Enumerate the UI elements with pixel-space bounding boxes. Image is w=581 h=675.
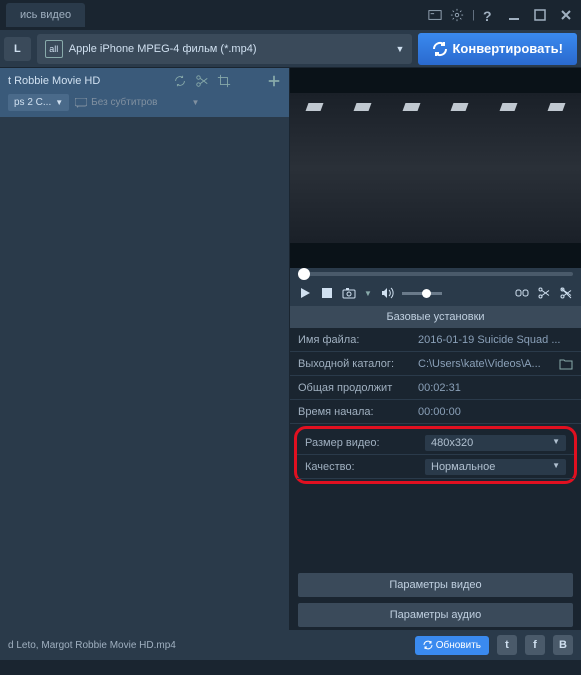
minimize-button[interactable]	[505, 8, 523, 22]
right-panel: ▼ Базовые установки Имя файла: 2016-01-1…	[290, 68, 581, 630]
subtitle-dropdown[interactable]: Без субтитров ▼	[75, 97, 199, 108]
preview-frame	[290, 93, 581, 243]
folder-icon[interactable]	[559, 358, 573, 370]
close-button[interactable]	[557, 8, 575, 22]
video-size-dropdown[interactable]: 480x320 ▼	[425, 435, 566, 451]
titlebar: ись видео | ?	[0, 0, 581, 30]
file-item[interactable]: t Robbie Movie HD ps 2 C...▼ Без субтитр…	[0, 68, 289, 117]
refresh-icon	[432, 41, 448, 57]
subtitle-icon	[75, 98, 87, 108]
link-icon[interactable]	[515, 286, 529, 300]
setting-label: Размер видео:	[305, 437, 425, 449]
setting-label: Качество:	[305, 461, 425, 473]
setting-value[interactable]: 00:00:00	[418, 406, 573, 418]
card-icon[interactable]	[428, 8, 442, 22]
titlebar-controls: | ?	[428, 8, 575, 22]
chevron-down-icon: ▼	[396, 44, 405, 54]
twitter-button[interactable]: t	[497, 635, 517, 655]
setting-filename: Имя файла: 2016-01-19 Suicide Squad ...	[290, 328, 581, 352]
format-all-icon: all	[45, 40, 63, 58]
setting-output-dir: Выходной каталог: C:\Users\kate\Videos\A…	[290, 352, 581, 376]
status-text: d Leto, Margot Robbie Movie HD.mp4	[8, 640, 407, 651]
setting-video-size: Размер видео: 480x320 ▼	[297, 431, 574, 455]
scissors-icon[interactable]	[537, 286, 551, 300]
playback-controls: ▼	[290, 280, 581, 306]
toolbar: L all Apple iPhone MPEG-4 фильм (*.mp4) …	[0, 30, 581, 68]
setting-label: Время начала:	[298, 406, 418, 418]
audio-track-dropdown[interactable]: ps 2 C...▼	[8, 94, 69, 111]
tab-record-video[interactable]: ись видео	[6, 3, 85, 27]
scissors-icon[interactable]	[195, 74, 209, 88]
setting-value[interactable]: C:\Users\kate\Videos\A...	[418, 358, 573, 370]
content-area: t Robbie Movie HD ps 2 C...▼ Без субтитр…	[0, 68, 581, 630]
setting-value: 00:02:31	[418, 382, 573, 394]
settings-header: Базовые установки	[290, 306, 581, 328]
setting-quality: Качество: Нормальное ▼	[297, 455, 574, 479]
crop-icon[interactable]	[217, 74, 231, 88]
maximize-button[interactable]	[531, 8, 549, 22]
video-preview	[290, 68, 581, 268]
mode-button[interactable]: L	[4, 37, 31, 61]
timeline-row	[290, 268, 581, 280]
audio-params-button[interactable]: Параметры аудио	[298, 603, 573, 627]
refresh-icon[interactable]	[173, 74, 187, 88]
format-dropdown[interactable]: all Apple iPhone MPEG-4 фильм (*.mp4) ▼	[37, 34, 413, 64]
gear-icon[interactable]	[450, 8, 464, 22]
volume-slider[interactable]	[402, 292, 442, 295]
stop-icon[interactable]	[320, 286, 334, 300]
volume-icon[interactable]	[380, 286, 394, 300]
file-list-panel: t Robbie Movie HD ps 2 C...▼ Без субтитр…	[0, 68, 290, 630]
file-subrow: ps 2 C...▼ Без субтитров ▼	[8, 94, 281, 111]
setting-start-time: Время начала: 00:00:00	[290, 400, 581, 424]
plus-icon[interactable]	[267, 74, 281, 88]
statusbar: d Leto, Margot Robbie Movie HD.mp4 Обнов…	[0, 630, 581, 660]
play-icon[interactable]	[298, 286, 312, 300]
vk-button[interactable]: B	[553, 635, 573, 655]
file-item-header: t Robbie Movie HD	[8, 74, 281, 88]
help-icon[interactable]: ?	[483, 8, 497, 22]
camera-icon[interactable]	[342, 286, 356, 300]
scissors-disabled-icon[interactable]	[559, 286, 573, 300]
setting-duration: Общая продолжит 00:02:31	[290, 376, 581, 400]
file-title: t Robbie Movie HD	[8, 75, 165, 87]
setting-value[interactable]: 2016-01-19 Suicide Squad ...	[418, 334, 573, 346]
facebook-button[interactable]: f	[525, 635, 545, 655]
setting-label: Выходной каталог:	[298, 358, 418, 370]
seek-slider[interactable]	[298, 272, 573, 276]
seek-thumb[interactable]	[298, 268, 310, 280]
video-params-button[interactable]: Параметры видео	[298, 573, 573, 597]
setting-label: Имя файла:	[298, 334, 418, 346]
convert-button[interactable]: Конвертировать!	[418, 33, 577, 65]
format-label: Apple iPhone MPEG-4 фильм (*.mp4)	[69, 43, 257, 55]
volume-thumb[interactable]	[422, 289, 431, 298]
quality-dropdown[interactable]: Нормальное ▼	[425, 459, 566, 475]
setting-label: Общая продолжит	[298, 382, 418, 394]
refresh-icon	[423, 640, 433, 650]
highlighted-settings: Размер видео: 480x320 ▼ Качество: Нормал…	[294, 426, 577, 484]
update-button[interactable]: Обновить	[415, 636, 489, 655]
